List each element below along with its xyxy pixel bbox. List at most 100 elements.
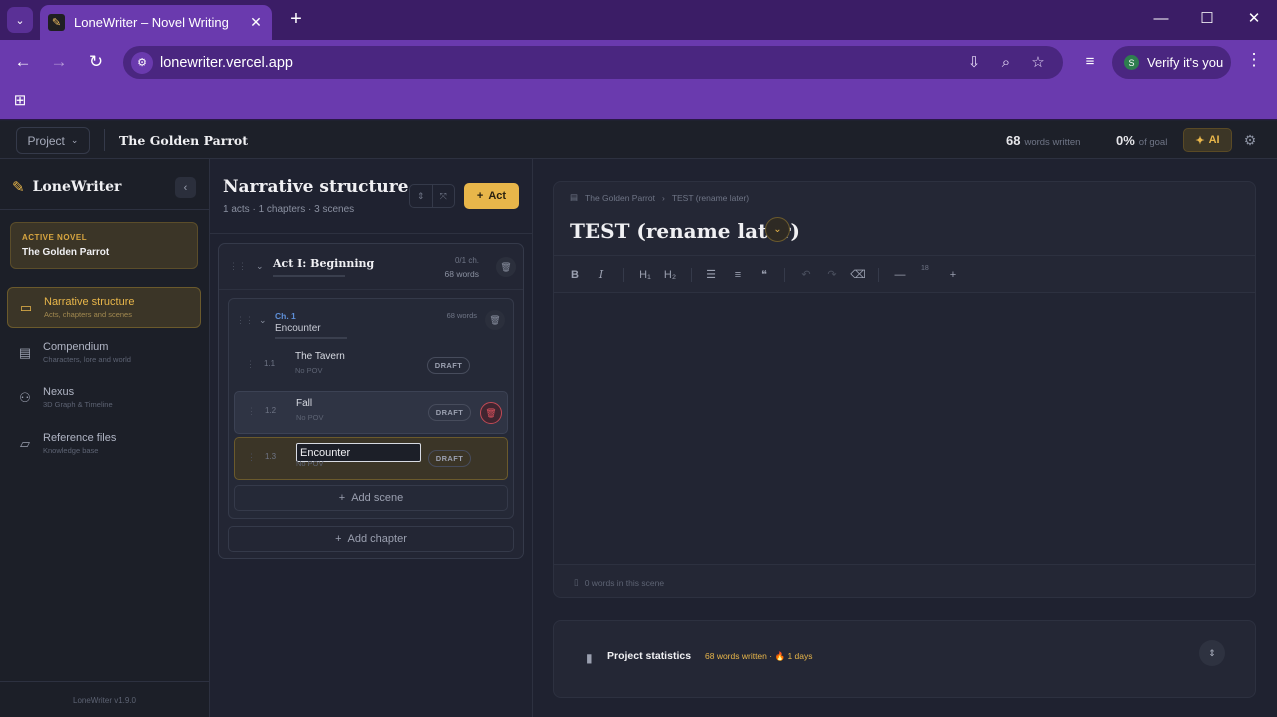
zoom-icon[interactable]: ⌕	[995, 52, 1017, 74]
chapter-title[interactable]: Encounter	[275, 323, 321, 334]
scene-title[interactable]: The Tavern	[295, 351, 345, 362]
sidebar: ✎ LoneWriter ‹ ACTIVE NOVEL The Golden P…	[0, 159, 210, 717]
book-icon: ▤	[18, 344, 32, 360]
scene-menu-chevron-icon[interactable]: ⌄	[765, 217, 790, 242]
address-bar[interactable]: ⚙ lonewriter.vercel.app ⇩ ⌕ ☆	[123, 46, 1063, 79]
numbered-list-icon[interactable]: ≡	[729, 266, 747, 284]
drag-handle-icon[interactable]: ⋮	[247, 406, 256, 417]
stats-days: 1 days	[787, 651, 813, 661]
act-progress-line	[273, 275, 345, 277]
breadcrumb-scene: TEST (rename later)	[671, 192, 750, 203]
sidebar-item-nexus[interactable]: ⚇ Nexus 3D Graph & Timeline	[7, 377, 201, 418]
settings-gear-icon[interactable]: ⚙	[1239, 128, 1261, 152]
add-chapter-label: Add chapter	[347, 533, 407, 545]
header-divider	[104, 129, 105, 151]
forward-arrow-icon[interactable]: →	[46, 49, 72, 75]
site-settings-icon[interactable]: ⚙	[131, 51, 153, 74]
expand-stats-icon[interactable]: ⇕	[1199, 640, 1225, 666]
drag-handle-icon[interactable]: ⋮⋮	[229, 261, 247, 272]
sidebar-item-label: Nexus	[43, 386, 75, 398]
formatting-toolbar: B I H₁ H₂ ☰ ≡ ❝ ↶ ↷ ⌫ — 18 +	[554, 255, 1255, 293]
chevron-down-icon[interactable]: ⌄	[259, 315, 267, 326]
decrease-font-icon[interactable]: —	[891, 266, 909, 284]
back-arrow-icon[interactable]: ←	[10, 49, 36, 75]
sidebar-item-reference-files[interactable]: ▱ Reference files Knowledge base	[7, 423, 201, 464]
drag-handle-icon[interactable]: ⋮⋮	[236, 315, 254, 326]
sidebar-item-subtitle: Knowledge base	[43, 446, 99, 455]
install-app-icon[interactable]: ⇩	[963, 52, 985, 74]
expand-all-icon[interactable]: ⇕	[410, 185, 432, 207]
toolbar-divider	[691, 268, 692, 282]
add-act-button[interactable]: + Act	[464, 183, 519, 209]
goal-value: 0%	[1116, 133, 1135, 148]
scene-status-badge[interactable]: DRAFT	[428, 450, 471, 467]
reload-icon[interactable]: ↻	[83, 49, 109, 75]
add-chapter-button[interactable]: + Add chapter	[228, 526, 514, 552]
document-icon: ▯	[574, 577, 579, 587]
browser-tab-bar: ⌄ ✎ LoneWriter – Novel Writing ✕ + — ☐ ✕	[0, 0, 1277, 40]
heading-2-button[interactable]: H₂	[660, 266, 680, 284]
bold-button[interactable]: B	[566, 266, 584, 284]
browser-menu-icon[interactable]: ⋮	[1244, 50, 1264, 74]
bookmark-star-icon[interactable]: ☆	[1027, 52, 1049, 74]
scene-row-editing[interactable]: ⋮ 1.3 No POV DRAFT	[234, 437, 508, 480]
scene-number: 1.1	[264, 359, 276, 368]
active-novel-card[interactable]: ACTIVE NOVEL The Golden Parrot	[10, 222, 198, 269]
eraser-icon[interactable]: ⌫	[849, 266, 867, 284]
plus-icon: +	[476, 190, 484, 202]
scene-row[interactable]: ⋮ 1.2 Fall No POV DRAFT 🗑	[234, 391, 508, 434]
drag-handle-icon[interactable]: ⋮	[246, 359, 255, 370]
ai-label: AI	[1208, 134, 1220, 146]
blockquote-icon[interactable]: ❝	[755, 266, 773, 284]
delete-act-trash-icon[interactable]: 🗑	[496, 257, 516, 277]
scene-status-badge[interactable]: DRAFT	[427, 357, 470, 374]
act-card: ⋮⋮ ⌄ Act I: Beginning 0/1 ch. 68 words 🗑…	[218, 243, 524, 559]
app-logo: ✎ LoneWriter	[12, 178, 121, 196]
reading-list-icon[interactable]: ≡	[1079, 53, 1101, 73]
italic-button[interactable]: I	[592, 266, 610, 284]
browser-tab-active[interactable]: ✎ LoneWriter – Novel Writing ✕	[40, 5, 272, 40]
new-tab-plus-icon[interactable]: +	[285, 7, 307, 31]
scene-row[interactable]: ⋮ 1.1 The Tavern No POV DRAFT	[234, 345, 508, 388]
sidebar-item-subtitle: 3D Graph & Timeline	[43, 400, 113, 409]
scene-status-badge[interactable]: DRAFT	[428, 404, 471, 421]
ai-button[interactable]: ✦ AI	[1183, 128, 1232, 152]
undo-icon[interactable]: ↶	[797, 266, 815, 284]
flame-icon: 🔥	[774, 651, 786, 661]
sidebar-item-compendium[interactable]: ▤ Compendium Characters, lore and world	[7, 332, 201, 373]
maximize-icon[interactable]: ☐	[1192, 8, 1222, 30]
add-scene-label: Add scene	[351, 492, 404, 504]
logo-text: LoneWriter	[32, 179, 122, 195]
tab-close-icon[interactable]: ✕	[248, 14, 264, 31]
project-statistics-card[interactable]: ▮ Project statistics 68 words written · …	[553, 620, 1256, 698]
bullet-list-icon[interactable]: ☰	[702, 266, 720, 284]
add-scene-button[interactable]: + Add scene	[234, 485, 508, 511]
browser-toolbar: ← → ↻ ⚙ lonewriter.vercel.app ⇩ ⌕ ☆ ≡ S …	[0, 40, 1277, 84]
collapse-all-icon[interactable]: ⤧	[431, 185, 455, 207]
increase-font-icon[interactable]: +	[944, 266, 962, 284]
heading-1-button[interactable]: H₁	[635, 266, 655, 284]
project-menu-button[interactable]: Project ⌄	[16, 127, 90, 154]
delete-chapter-trash-icon[interactable]: 🗑	[485, 310, 505, 330]
redo-icon[interactable]: ↷	[823, 266, 841, 284]
breadcrumb-project[interactable]: The Golden Parrot	[585, 193, 655, 203]
word-count-status: ▯ 0 words in this scene	[574, 577, 664, 588]
profile-button[interactable]: S Verify it's you	[1112, 46, 1231, 79]
collapse-sidebar-button[interactable]: ‹	[175, 177, 196, 198]
chevron-down-icon[interactable]: ⌄	[256, 261, 264, 272]
scene-title[interactable]: Fall	[296, 398, 312, 409]
editor-card: ▤ The Golden Parrot › TEST (rename later…	[553, 181, 1256, 598]
sidebar-item-narrative-structure[interactable]: ▭ Narrative structure Acts, chapters and…	[7, 287, 201, 328]
scene-number: 1.2	[265, 406, 277, 415]
tab-search-chevron-icon[interactable]: ⌄	[7, 7, 33, 33]
window-close-icon[interactable]: ✕	[1239, 8, 1269, 30]
graph-icon: ⚇	[19, 389, 31, 405]
act-header[interactable]: ⋮⋮ ⌄ Act I: Beginning 0/1 ch. 68 words 🗑	[219, 244, 523, 290]
apps-grid-icon[interactable]: ⊞	[11, 92, 29, 110]
act-title[interactable]: Act I: Beginning	[273, 257, 374, 270]
text-editor[interactable]	[554, 293, 1255, 564]
delete-scene-trash-icon[interactable]: 🗑	[480, 402, 502, 424]
url-text[interactable]: lonewriter.vercel.app	[160, 55, 293, 71]
minimize-icon[interactable]: —	[1146, 8, 1176, 30]
drag-handle-icon[interactable]: ⋮	[247, 452, 256, 463]
